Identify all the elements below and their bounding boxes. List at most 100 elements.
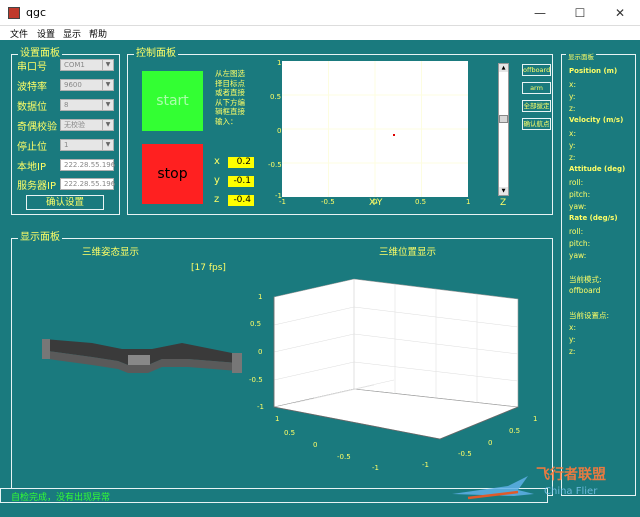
confirm-settings-button[interactable]: 确认设置	[26, 195, 104, 210]
menu-bar: 文件 设置 显示 帮助	[0, 26, 640, 40]
pos-x: x:	[569, 80, 576, 89]
fps-label: [17 fps]	[191, 263, 226, 273]
z-tick: 0.5	[250, 320, 262, 328]
window-title: qgc	[26, 6, 47, 19]
start-button[interactable]: start	[142, 71, 203, 131]
x-input[interactable]: 0.2	[228, 157, 254, 168]
y-tick: -0.5	[268, 161, 282, 169]
left-axis-tick: 0.5	[284, 429, 296, 437]
att-yaw: yaw:	[569, 202, 587, 211]
right-axis-tick: 1	[533, 415, 538, 423]
z-label: z	[214, 194, 220, 205]
position-display-title: 三维位置显示	[379, 247, 437, 258]
z-tick: 1	[258, 293, 263, 301]
right-axis-tick: -1	[422, 461, 429, 469]
menu-file[interactable]: 文件	[10, 27, 28, 40]
x-tick: 1	[466, 198, 471, 206]
attitude-display-title: 三维姿态显示	[82, 247, 140, 258]
y-tick: 0.5	[270, 93, 282, 101]
stop-bits-select[interactable]: 1 ▼	[60, 139, 114, 151]
right-axis-tick: -0.5	[458, 450, 472, 458]
xy-plot-grid	[282, 61, 468, 197]
chevron-up-icon[interactable]: ▲	[499, 64, 508, 72]
settings-panel: 设置面板 串口号 COM1 ▼ 波特率 9600 ▼ 数据位 8 ▼ 奇偶校验 无校验…	[11, 48, 120, 215]
stop-button[interactable]: stop	[142, 144, 203, 204]
vel-y: y:	[569, 141, 576, 150]
right-axis-tick: 0	[488, 439, 493, 447]
xy-plot-xlabel: X-Y	[369, 198, 383, 208]
maximize-button[interactable]: ☐	[560, 0, 600, 26]
vel-z: z:	[569, 153, 576, 162]
x-tick: -1	[279, 198, 286, 206]
display-panel-title: 显示面板	[18, 232, 62, 244]
attitude-title: Attitude (deg)	[569, 165, 626, 173]
y-tick: 0	[277, 127, 282, 135]
data-bits-select[interactable]: 8 ▼	[60, 99, 114, 111]
left-axis-tick: -0.5	[337, 453, 351, 461]
vel-x: x:	[569, 129, 576, 138]
sp-z: z:	[569, 347, 576, 356]
server-ip-input[interactable]: 222.28.55.196	[60, 178, 115, 190]
parity-select[interactable]: 无校验 ▼	[60, 119, 114, 131]
position-title: Position (m)	[569, 67, 618, 75]
status-message: 自检完成，没有出现异常	[11, 493, 111, 503]
local-ip-input[interactable]: 222.28.55.196	[60, 159, 115, 171]
setpoint-title: 当前设置点:	[569, 311, 610, 320]
title-bar: qgc — ☐ ✕	[0, 0, 640, 26]
left-axis-tick: -1	[372, 464, 379, 472]
local-ip-label: 本地IP	[17, 162, 46, 173]
watermark-cn: 飞行者联盟	[536, 467, 606, 483]
parity-label: 奇偶校验	[17, 122, 57, 133]
z-tick: -1	[257, 403, 264, 411]
minimize-button[interactable]: —	[520, 0, 560, 26]
menu-settings[interactable]: 设置	[37, 27, 55, 40]
baud-rate-select[interactable]: 9600 ▼	[60, 79, 114, 91]
app-icon	[8, 7, 20, 19]
z-slider[interactable]: ▲ ▼	[498, 63, 509, 196]
baud-rate-label: 波特率	[17, 82, 47, 93]
watermark-logo: 飞行者联盟 China Flier	[448, 458, 638, 510]
arm-button[interactable]: arm	[522, 82, 551, 94]
rate-roll: roll:	[569, 227, 584, 236]
y-input[interactable]: -0.1	[228, 176, 254, 187]
drone-attitude-model	[42, 339, 242, 373]
right-axis-tick: 0.5	[509, 427, 521, 435]
x-label: x	[214, 156, 220, 167]
status-panel: 显示面板 Position (m) x: y: z: Velocity (m/s…	[561, 51, 636, 496]
chevron-down-icon: ▼	[102, 120, 113, 130]
z-slider-label: Z	[500, 198, 507, 208]
left-axis-tick: 1	[275, 415, 280, 423]
pos-y: y:	[569, 92, 576, 101]
menu-display[interactable]: 显示	[63, 27, 81, 40]
rate-pitch: pitch:	[569, 239, 591, 248]
z-tick: 0	[258, 348, 263, 356]
status-panel-title: 显示面板	[566, 51, 596, 61]
offboard-button[interactable]: offboard	[522, 64, 551, 76]
sp-y: y:	[569, 335, 576, 344]
sp-x: x:	[569, 323, 576, 332]
rate-title: Rate (deg/s)	[569, 214, 618, 222]
stop-bits-label: 停止位	[17, 142, 47, 153]
z-slider-thumb[interactable]	[499, 114, 508, 123]
all-lock-button[interactable]: 全部拔定	[522, 100, 551, 112]
server-ip-label: 服务器IP	[17, 181, 56, 192]
xy-plot[interactable]	[282, 61, 468, 197]
y-label: y	[214, 175, 220, 186]
pos-z: z:	[569, 104, 576, 113]
chevron-down-icon: ▼	[102, 60, 113, 70]
z-input[interactable]: -0.4	[228, 195, 254, 206]
close-button[interactable]: ✕	[600, 0, 640, 26]
chevron-down-icon: ▼	[102, 140, 113, 150]
left-axis-tick: 0	[313, 441, 318, 449]
instruction-text: 从左图选 择目标点 或者直接 从下方编 辑框直接 输入：	[215, 69, 245, 126]
chevron-down-icon[interactable]: ▼	[499, 187, 508, 195]
menu-help[interactable]: 帮助	[89, 27, 107, 40]
confirm-waypoint-button[interactable]: 确认航点	[522, 118, 551, 130]
watermark-en: China Flier	[544, 486, 598, 497]
data-bits-label: 数据位	[17, 102, 47, 113]
serial-port-select[interactable]: COM1 ▼	[60, 59, 114, 71]
airplane-logo-icon	[452, 476, 534, 500]
control-panel-title: 控制面板	[134, 48, 178, 60]
velocity-title: Velocity (m/s)	[569, 116, 624, 124]
att-roll: roll:	[569, 178, 584, 187]
